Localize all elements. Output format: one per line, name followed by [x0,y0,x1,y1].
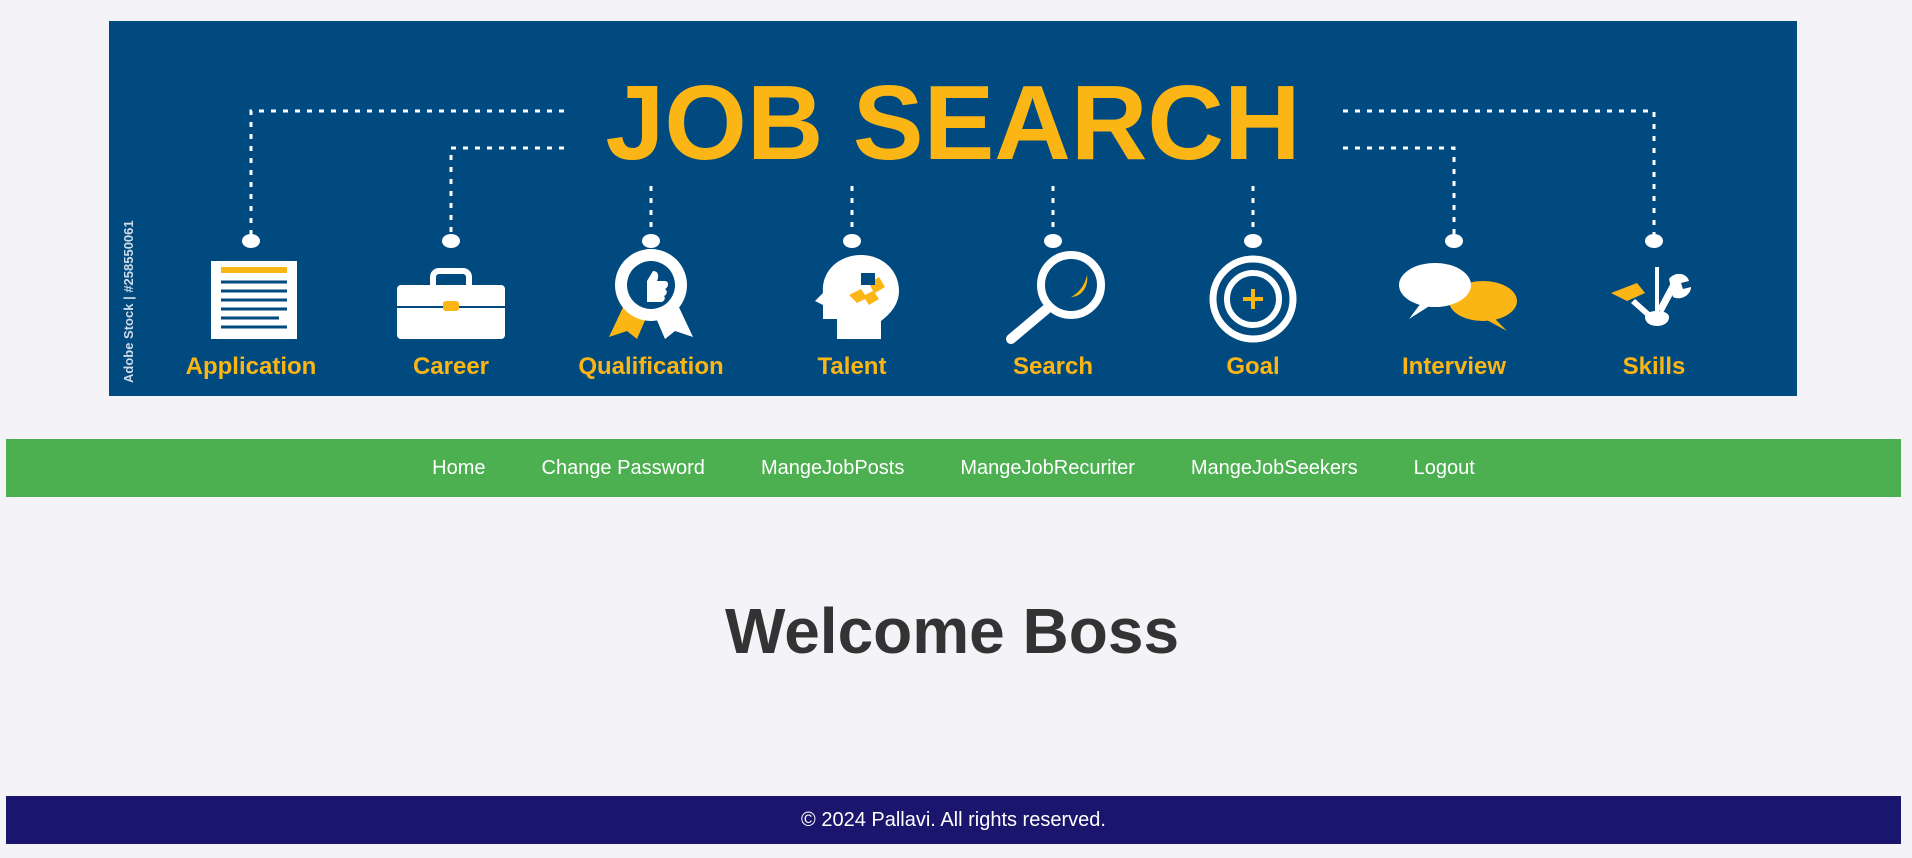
nav-home-link[interactable]: Home [432,457,485,480]
banner-label-skills: Skills [1623,353,1686,380]
nav-logout-link[interactable]: Logout [1414,457,1475,480]
job-search-banner: JOB SEARCH Adobe Stock | #258550061 Appl… [109,21,1797,396]
banner-label-interview: Interview [1402,353,1506,380]
banner-watermark-text: Adobe Stock | #258550061 [121,220,136,383]
main-navigation: Home Change Password MangeJobPosts Mange… [6,439,1901,497]
page-title: Welcome Boss [724,595,1180,667]
nav-manage-job-recruiter-link[interactable]: MangeJobRecuriter [960,457,1135,480]
nav-manage-job-posts-link[interactable]: MangeJobPosts [761,457,904,480]
page-footer: © 2024 Pallavi. All rights reserved. [6,796,1901,844]
banner-label-application: Application [186,353,317,380]
banner-label-career: Career [413,353,489,380]
banner-image: JOB SEARCH Adobe Stock | #258550061 Appl… [109,21,1797,396]
banner-label-talent: Talent [818,353,887,380]
nav-manage-job-seekers-link[interactable]: MangeJobSeekers [1191,457,1358,480]
banner-label-search: Search [1013,353,1093,380]
banner-title: JOB SEARCH [605,64,1300,182]
document-icon [211,261,297,339]
banner-label-qualification: Qualification [578,353,723,380]
nav-change-password-link[interactable]: Change Password [542,457,705,480]
footer-copyright-text: © 2024 Pallavi. All rights reserved. [801,808,1106,831]
banner-label-goal: Goal [1226,353,1279,380]
target-icon [1209,255,1297,343]
